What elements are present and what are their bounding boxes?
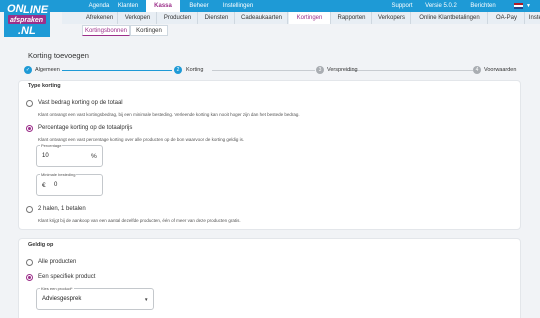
type-korting-title: Type korting [28, 83, 61, 89]
percent-suffix: % [91, 153, 97, 160]
tab-kortingen[interactable]: Kortingen [130, 25, 168, 36]
nav-klanten[interactable]: Klanten [114, 0, 142, 12]
nav-instellingen[interactable]: Instellingen [218, 0, 258, 12]
product-select[interactable]: Kies een product* Adviesgesprek ▼ [36, 286, 154, 310]
logo-text-afspraken: afspraken [10, 17, 43, 24]
option-specifiek-product-label[interactable]: Een specifiek product [38, 274, 95, 280]
stepper-line-1 [62, 70, 172, 71]
step-1-check-icon[interactable]: ✓ [24, 66, 32, 74]
subnav-instellingen[interactable]: Instel [526, 12, 540, 24]
subnav-verkopen[interactable]: Verkopen [119, 12, 157, 24]
product-select-label: Kies een product* [40, 286, 74, 291]
step-3-label[interactable]: Verspreiding [327, 67, 358, 73]
euro-prefix: € [42, 182, 46, 189]
minimale-besteding-value[interactable]: 0 [54, 182, 57, 188]
option-percentage-label[interactable]: Percentage korting op de totaalprijs [38, 125, 132, 131]
subnav-cadeaukaarten[interactable]: Cadeaukaarten [236, 12, 288, 24]
radio-vast-bedrag[interactable] [26, 100, 33, 107]
page-title: Korting toevoegen [28, 51, 89, 60]
radio-specifiek-product[interactable] [26, 274, 33, 281]
subnav-verkopers[interactable]: Verkopers [373, 12, 411, 24]
radio-alle-producten[interactable] [26, 259, 33, 266]
top-navigation-bar: Agenda Klanten Kassa Beheer Instellingen… [0, 0, 540, 12]
step-4-label[interactable]: Voorwaarden [484, 67, 516, 73]
nav-kassa[interactable]: Kassa [146, 0, 180, 12]
option-2-halen-1-betalen-desc: Klant krijgt bij de aankoop van een aant… [38, 218, 241, 223]
stepper-line-3 [347, 70, 473, 71]
dutch-flag-icon[interactable] [514, 3, 523, 9]
option-vast-bedrag-desc: Klant ontvangt een vast kortingsbedrag, … [38, 112, 300, 117]
geldig-op-title: Geldig op [28, 242, 54, 248]
radio-2-halen-1-betalen[interactable] [26, 206, 33, 213]
option-percentage-desc: Klant ontvangt een vast percentage korti… [38, 137, 245, 142]
step-2-label[interactable]: Korting [186, 67, 203, 73]
option-alle-producten-label[interactable]: Alle producten [38, 259, 76, 265]
nav-support[interactable]: Support [388, 0, 416, 12]
logo-text-nl: .NL [18, 25, 36, 37]
subnav-kortingen[interactable]: Kortingen [289, 12, 331, 24]
option-vast-bedrag-label[interactable]: Vast bedrag korting op de totaal [38, 100, 123, 106]
onlineafspraken-logo[interactable]: ON LINE afspraken .NL [4, 1, 50, 37]
step-3-indicator[interactable]: 3 [316, 66, 324, 74]
minimale-besteding-label: Minimale besteding [40, 172, 77, 177]
stepper-line-2 [212, 70, 315, 71]
percentage-field[interactable]: Percentage 10 % [36, 143, 103, 167]
chevron-down-icon[interactable]: ▼ [526, 3, 531, 9]
logo-text-line: LINE [23, 4, 49, 16]
subnav-online-klantbetalingen[interactable]: Online Klantbetalingen [412, 12, 488, 24]
nav-beheer[interactable]: Beheer [184, 0, 214, 12]
subnav-afrekenen[interactable]: Afrekenen [82, 12, 118, 24]
geldig-op-card: Geldig op Alle producten Een specifiek p… [18, 238, 521, 318]
kortingen-subnavigation: Kortingsbonnen Kortingen [62, 24, 540, 36]
subnav-rapporten[interactable]: Rapporten [332, 12, 372, 24]
type-korting-card: Type korting Vast bedrag korting op de t… [18, 80, 521, 230]
option-2-halen-1-betalen-label[interactable]: 2 halen, 1 betalen [38, 206, 86, 212]
step-1-label[interactable]: Algemeen [35, 67, 60, 73]
minimale-besteding-field[interactable]: Minimale besteding € 0 [36, 172, 103, 196]
subnav-oa-pay[interactable]: OA-Pay [489, 12, 525, 24]
radio-percentage[interactable] [26, 125, 33, 132]
percentage-field-label: Percentage [40, 143, 63, 148]
kassa-subnavigation: Afrekenen Verkopen Producten Diensten Ca… [62, 12, 540, 24]
nav-agenda[interactable]: Agenda [86, 0, 112, 12]
step-4-indicator[interactable]: 4 [473, 66, 481, 74]
percentage-value[interactable]: 10 [42, 153, 49, 159]
tab-kortingsbonnen[interactable]: Kortingsbonnen [82, 25, 130, 36]
version-label: Versie 5.0.2 [425, 3, 457, 9]
product-select-value[interactable]: Adviesgesprek [42, 296, 81, 302]
step-2-indicator[interactable]: 2 [174, 66, 182, 74]
nav-berichten[interactable]: Berichten [466, 0, 500, 12]
chevron-down-icon[interactable]: ▼ [144, 297, 148, 302]
logo-text-on: ON [7, 3, 25, 15]
subnav-producten[interactable]: Producten [158, 12, 198, 24]
subnav-diensten[interactable]: Diensten [199, 12, 235, 24]
